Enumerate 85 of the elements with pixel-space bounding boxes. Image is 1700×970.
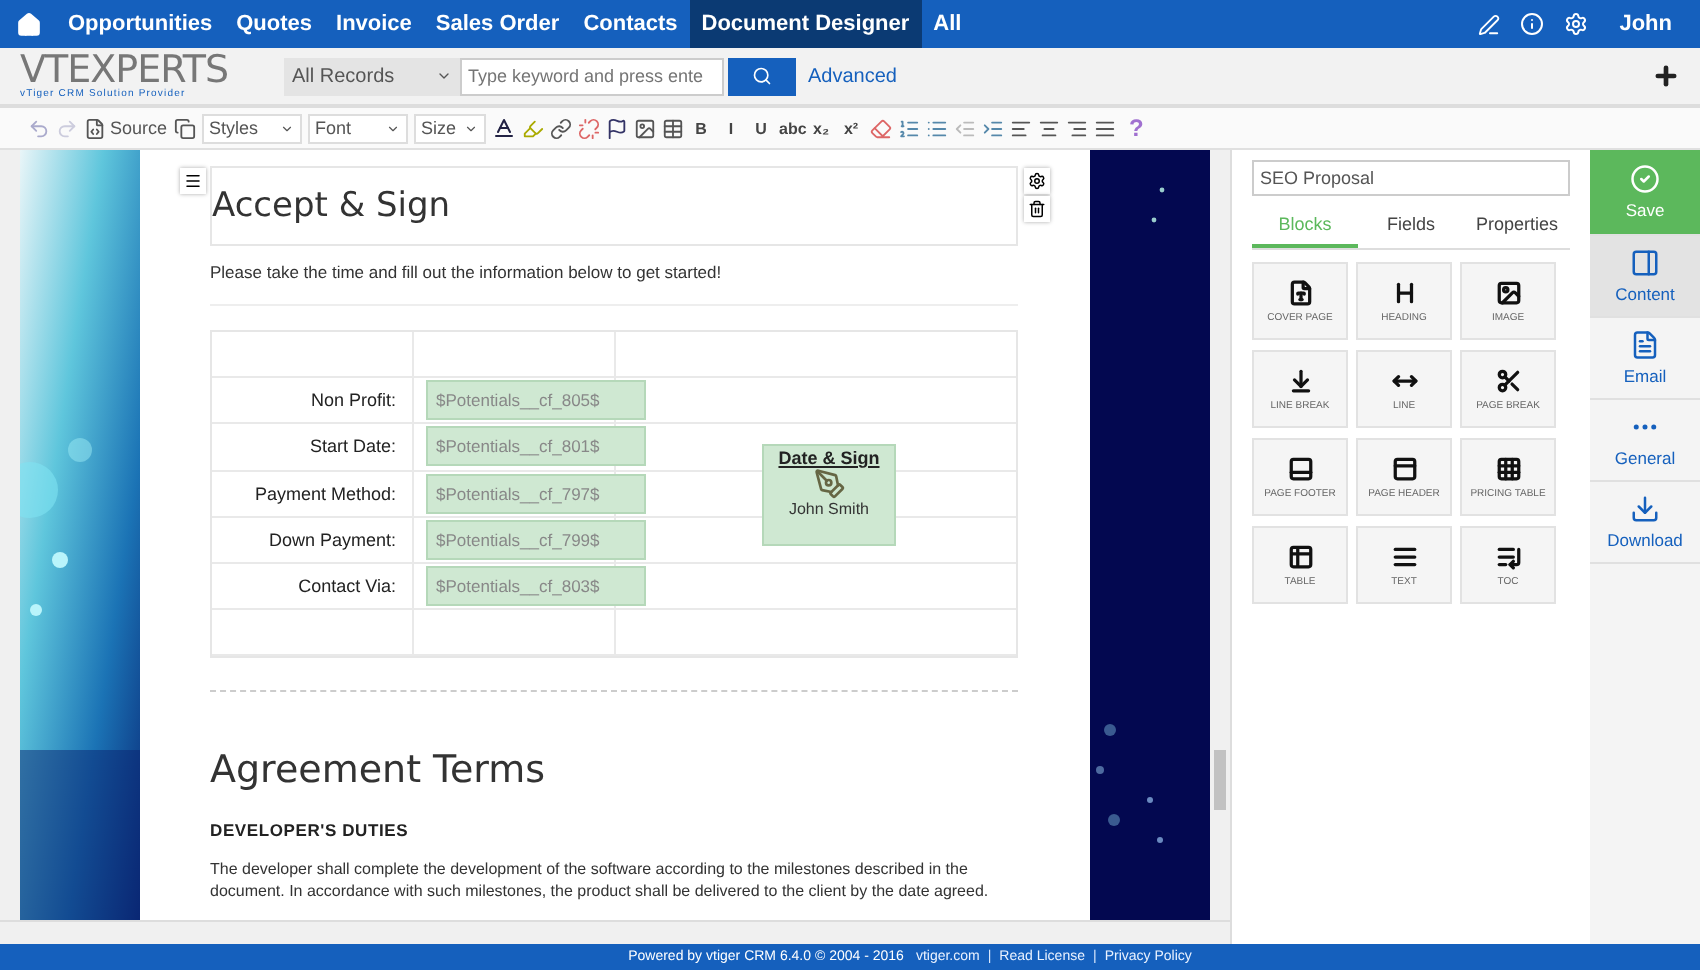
subheading: DEVELOPER'S DUTIES	[210, 820, 411, 841]
header-layout-icon	[1391, 455, 1417, 481]
nav-tab[interactable]: Sales Order	[423, 0, 572, 48]
lines-icon	[1391, 543, 1417, 569]
footer-layout-icon	[1287, 455, 1313, 481]
align-center-icon[interactable]	[1037, 117, 1060, 139]
grid-icon	[1495, 455, 1521, 481]
layout-icon	[1630, 248, 1660, 278]
panel-tab[interactable]: Fields	[1358, 204, 1464, 248]
nav-tab[interactable]: Contacts	[571, 0, 690, 48]
scrollbar[interactable]	[1210, 150, 1230, 920]
record-filter[interactable]: All Records	[284, 57, 460, 95]
panel-tab[interactable]: Properties	[1464, 204, 1570, 248]
format-button[interactable]: I	[719, 119, 744, 137]
list-icon	[1495, 543, 1521, 569]
pen-icon[interactable]	[1477, 13, 1500, 35]
table-icon	[1287, 543, 1313, 569]
signature-title: Date & Sign	[778, 448, 880, 468]
field-label: Down Payment:	[268, 529, 396, 550]
image-icon	[1495, 279, 1521, 305]
body-text: The developer shall complete the development of the software according to the milestones described in the document. In accordance with such milestones, the product shall be delivered to the client by the date agreed.	[210, 860, 991, 904]
format-button[interactable]: U	[749, 119, 774, 137]
caret-icon	[436, 68, 452, 84]
settings-icon[interactable]	[1028, 172, 1046, 190]
title-field[interactable]: SEO Proposal	[1252, 160, 1570, 196]
eraser-icon[interactable]	[869, 117, 892, 139]
align-left-icon[interactable]	[1009, 117, 1032, 139]
nav-tab[interactable]: Quotes	[224, 0, 325, 48]
heading-icon	[1391, 279, 1417, 305]
field-label: Non Profit:	[310, 390, 396, 411]
caret-icon	[463, 121, 478, 135]
search-button[interactable]	[728, 57, 796, 95]
format-button[interactable]: x₂	[809, 119, 834, 137]
section-heading: Agreement Terms	[210, 748, 548, 793]
flag-icon[interactable]	[605, 117, 628, 139]
home-icon[interactable]	[15, 11, 41, 37]
arrow-down-icon	[1287, 367, 1313, 393]
signature-block[interactable]: Date & Sign John Smith	[762, 444, 896, 546]
image-icon[interactable]	[633, 117, 656, 139]
copy-icon[interactable]	[173, 117, 196, 139]
nav-tab[interactable]: All	[921, 0, 974, 48]
section-heading: Accept & Sign	[212, 186, 451, 226]
menu-icon[interactable]	[184, 172, 202, 190]
justify-icon[interactable]	[1093, 117, 1116, 139]
help-button[interactable]: ?	[1129, 114, 1144, 142]
check-icon	[1630, 164, 1660, 194]
scissors-icon	[1495, 367, 1521, 393]
nav-tab[interactable]: Invoice	[324, 0, 424, 48]
scrollbar[interactable]	[0, 920, 1230, 944]
document-icon	[1287, 279, 1313, 305]
format-dropdown[interactable]: Size	[413, 113, 486, 143]
pen-icon	[813, 468, 845, 500]
nav-tab[interactable]: Opportunities	[56, 0, 225, 48]
link-icon[interactable]	[549, 117, 572, 139]
field-label: Start Date:	[309, 436, 396, 457]
format-button[interactable]: abc	[779, 119, 804, 137]
add-icon[interactable]	[1652, 62, 1680, 90]
field-label: Payment Method:	[254, 483, 396, 504]
search-icon	[752, 66, 772, 86]
format-dropdown[interactable]: Styles	[201, 113, 302, 143]
sidebar-tab[interactable]: Content	[1590, 236, 1700, 318]
format-dropdown[interactable]: Font	[307, 113, 408, 143]
search-field[interactable]: Type keyword and press ente	[460, 57, 724, 95]
source-button[interactable]: Source	[84, 117, 168, 139]
nav-tab[interactable]: Document Designer	[689, 0, 922, 48]
logo: VTEXPERTS	[20, 52, 231, 90]
user-menu[interactable]: John	[1607, 12, 1684, 36]
info-icon[interactable]	[1519, 12, 1544, 36]
text-color-icon[interactable]	[491, 116, 516, 140]
document-icon	[1630, 330, 1660, 360]
source-icon	[84, 117, 106, 139]
trash-icon[interactable]	[1028, 200, 1046, 218]
download-icon	[1630, 494, 1660, 524]
advanced-link[interactable]: Advanced	[808, 65, 897, 87]
field-label: Contact Via:	[298, 576, 396, 597]
format-button[interactable]: x²	[839, 119, 864, 137]
caret-icon	[279, 121, 294, 135]
align-right-icon[interactable]	[1065, 117, 1088, 139]
signer-name: John Smith	[788, 500, 870, 518]
caret-icon	[385, 121, 400, 135]
table-icon[interactable]	[661, 117, 684, 139]
format-button[interactable]: B	[689, 119, 714, 137]
intro-text: Please take the time and fill out the information below to get started!	[210, 262, 724, 282]
indent-icon[interactable]	[981, 117, 1004, 139]
numbered-list-icon[interactable]	[897, 117, 920, 139]
